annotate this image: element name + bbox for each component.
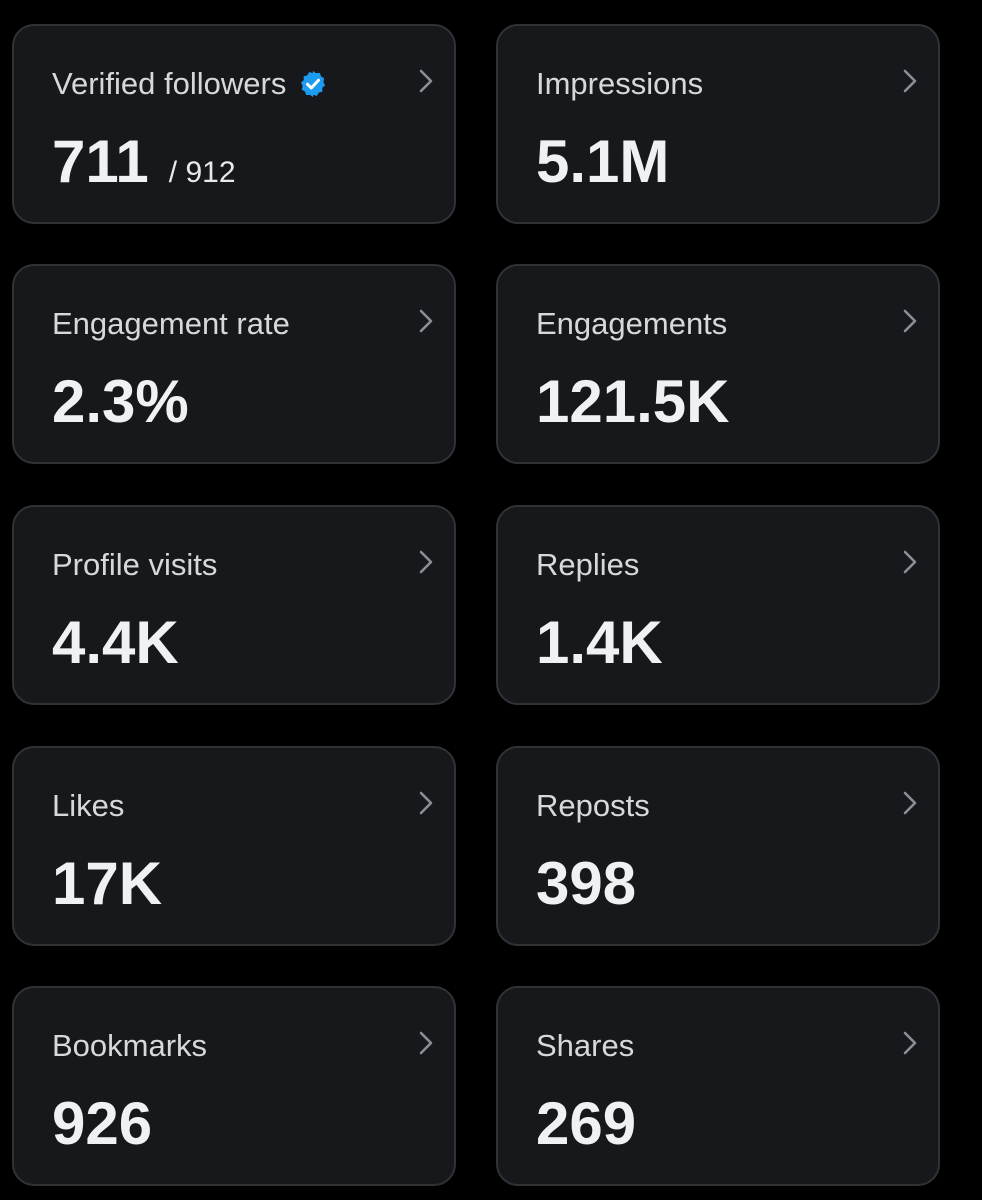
metric-value: 926 [52, 1090, 153, 1157]
metric-card-bookmarks[interactable]: Bookmarks 926 [12, 986, 456, 1186]
metric-value: 711 / 912 [52, 126, 236, 209]
metric-card-shares[interactable]: Shares 269 [496, 986, 940, 1186]
metric-value: 2.3% [52, 368, 189, 435]
metric-value: 398 [536, 850, 637, 917]
metric-label: Likes [52, 788, 125, 823]
metric-card-reposts[interactable]: Reposts 398 [496, 746, 940, 946]
metric-label: Bookmarks [52, 1028, 208, 1063]
metric-label: Engagement rate [52, 306, 290, 341]
chevron-right-icon[interactable] [900, 547, 920, 577]
metric-label: Profile visits [52, 547, 218, 582]
metric-subvalue: / 912 [168, 156, 236, 189]
metric-card-replies[interactable]: Replies 1.4K [496, 505, 940, 705]
chevron-right-icon[interactable] [416, 1028, 436, 1058]
metric-card-likes[interactable]: Likes 17K [12, 746, 456, 946]
metric-label: Reposts [536, 788, 650, 823]
chevron-right-icon[interactable] [416, 788, 436, 818]
metric-label: Replies [536, 547, 640, 582]
metric-value: 5.1M [536, 128, 670, 195]
metric-card-engagement-rate[interactable]: Engagement rate 2.3% [12, 264, 456, 464]
metric-value: 269 [536, 1090, 637, 1157]
metric-label: Verified followers [52, 64, 328, 104]
chevron-right-icon[interactable] [900, 306, 920, 336]
metric-label-text: Verified followers [52, 66, 287, 101]
chevron-right-icon[interactable] [900, 788, 920, 818]
metric-label: Impressions [536, 66, 704, 101]
metric-card-engagements[interactable]: Engagements 121.5K [496, 264, 940, 464]
metric-value-number: 711 [52, 128, 149, 195]
metric-label: Engagements [536, 306, 728, 341]
chevron-right-icon[interactable] [416, 547, 436, 577]
metric-value: 4.4K [52, 609, 179, 676]
metric-value: 121.5K [536, 368, 730, 435]
metric-value: 17K [52, 850, 163, 917]
metric-value: 1.4K [536, 609, 663, 676]
metric-label: Shares [536, 1028, 635, 1063]
metric-card-impressions[interactable]: Impressions 5.1M [496, 24, 940, 224]
metric-card-profile-visits[interactable]: Profile visits 4.4K [12, 505, 456, 705]
chevron-right-icon[interactable] [416, 66, 436, 96]
metric-card-verified-followers[interactable]: Verified followers 711 / 912 [12, 24, 456, 224]
chevron-right-icon[interactable] [416, 306, 436, 336]
chevron-right-icon[interactable] [900, 66, 920, 96]
verified-badge-icon [301, 70, 326, 98]
chevron-right-icon[interactable] [900, 1028, 920, 1058]
